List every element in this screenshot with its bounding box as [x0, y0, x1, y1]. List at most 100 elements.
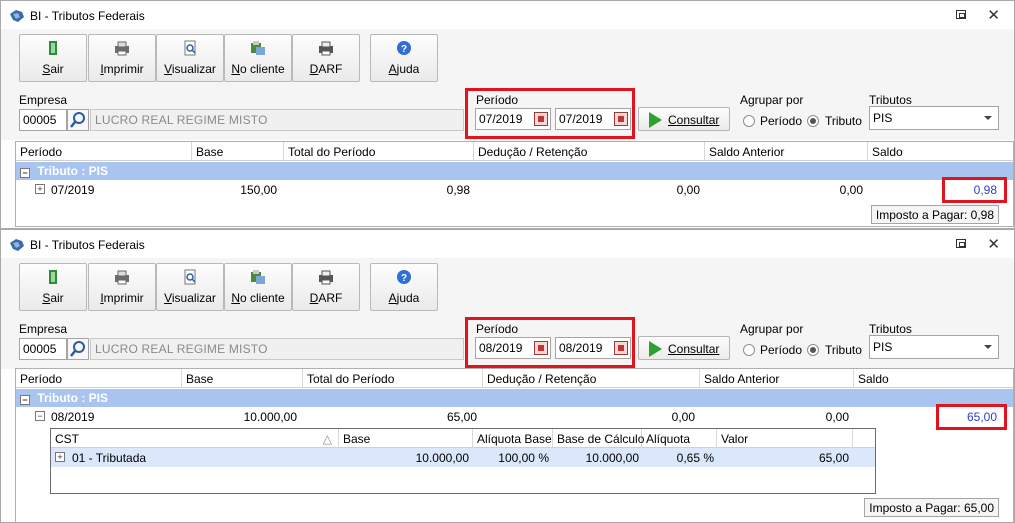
darf-button[interactable]: DARF — [292, 34, 360, 82]
col-saldo-anterior[interactable]: Saldo Anterior — [705, 142, 868, 161]
col-total-periodo[interactable]: Total do Período — [303, 369, 483, 388]
cell-detail-base: 10.000,00 — [415, 451, 469, 465]
title-bar: BI - Tributos Federais ✕ — [1, 230, 1014, 258]
agrupar-periodo-radio[interactable] — [743, 115, 755, 127]
printer-icon — [115, 41, 129, 56]
help-icon: ? — [397, 270, 411, 284]
toolbar: Sair Imprimir Visualizar No cliente DARF… — [1, 258, 1014, 314]
col-base[interactable]: Base — [192, 142, 284, 161]
table-row[interactable]: − 08/2019 10.000,00 65,00 0,00 0,00 65,0… — [16, 407, 1013, 426]
empresa-label: Empresa — [19, 322, 68, 336]
detail-row[interactable]: + 01 - Tributada 10.000,00 100,00 % 10.0… — [51, 448, 875, 467]
title-bar: BI - Tributos Federais ✕ — [1, 1, 1014, 29]
agrupar-periodo-radio[interactable] — [743, 344, 755, 356]
periodo-to-field[interactable]: 08/2019 — [555, 337, 631, 359]
cell-aliquota-base: 100,00 % — [498, 451, 549, 465]
cell-base: 150,00 — [240, 183, 277, 197]
results-grid: Período Base Total do Período Dedução / … — [15, 141, 1014, 227]
cell-base: 10.000,00 — [243, 410, 297, 424]
imprimir-button[interactable]: Imprimir — [88, 34, 156, 82]
agrupar-label: Agrupar por — [740, 322, 804, 336]
tributos-label: Tributos — [869, 322, 912, 336]
ajuda-button[interactable]: ? Ajuda — [370, 263, 438, 311]
ajuda-button[interactable]: ? Ajuda — [370, 34, 438, 82]
periodo-from-field[interactable]: 07/2019 — [475, 108, 551, 130]
chevron-down-icon — [984, 345, 992, 349]
cell-periodo: 07/2019 — [51, 183, 95, 197]
col-saldo[interactable]: Saldo — [854, 369, 1014, 388]
app-logo-icon — [10, 239, 24, 251]
detail-header: CST △ Base Alíquota Base Base de Cálculo … — [51, 429, 875, 448]
no-cliente-button[interactable]: No cliente — [224, 263, 292, 311]
col-valor[interactable]: Valor — [717, 429, 853, 448]
calendar-icon[interactable] — [614, 112, 628, 126]
group-row-tributo[interactable]: − Tributo : PIS — [16, 389, 1013, 407]
expand-icon[interactable]: + — [55, 452, 65, 462]
restore-icon[interactable] — [956, 239, 966, 248]
calendar-icon[interactable] — [534, 341, 548, 355]
col-aliquota-base[interactable]: Alíquota Base — [473, 429, 553, 448]
collapse-icon[interactable]: − — [20, 168, 30, 178]
no-cliente-button[interactable]: No cliente — [224, 34, 292, 82]
restore-icon[interactable] — [956, 10, 966, 19]
calendar-icon[interactable] — [614, 341, 628, 355]
col-aliquota[interactable]: Alíquota — [642, 429, 717, 448]
window-title: BI - Tributos Federais — [30, 9, 145, 23]
col-saldo[interactable]: Saldo — [868, 142, 1014, 161]
periodo-to-field[interactable]: 07/2019 — [555, 108, 631, 130]
collapse-icon[interactable]: − — [20, 395, 30, 405]
cst-detail-grid: CST △ Base Alíquota Base Base de Cálculo … — [50, 428, 876, 494]
filter-panel: Empresa 00005 LUCRO REAL REGIME MISTO Pe… — [1, 314, 1014, 369]
empresa-code-field[interactable]: 00005 — [19, 109, 67, 131]
visualizar-button[interactable]: Visualizar — [156, 263, 224, 311]
imprimir-button[interactable]: Imprimir — [88, 263, 156, 311]
consultar-button[interactable]: Consultar — [638, 336, 730, 360]
collapse-icon[interactable]: − — [35, 411, 45, 421]
darf-button[interactable]: DARF — [292, 263, 360, 311]
periodo-from-field[interactable]: 08/2019 — [475, 337, 551, 359]
col-total-periodo[interactable]: Total do Período — [284, 142, 474, 161]
group-row-tributo[interactable]: − Tributo : PIS — [16, 162, 1013, 180]
calendar-icon[interactable] — [534, 112, 548, 126]
tributos-select[interactable]: PIS — [869, 106, 999, 130]
cell-deducao: 0,00 — [671, 410, 695, 424]
empresa-search-button[interactable] — [67, 338, 89, 360]
agrupar-periodo-label: Período — [760, 343, 803, 357]
empresa-search-button[interactable] — [67, 109, 89, 131]
col-periodo[interactable]: Período — [16, 142, 192, 161]
imposto-a-pagar: Imposto a Pagar: 65,00 — [864, 498, 999, 517]
col-detail-base[interactable]: Base — [339, 429, 473, 448]
visualizar-button[interactable]: Visualizar — [156, 34, 224, 82]
col-base[interactable]: Base — [182, 369, 303, 388]
tributos-select[interactable]: PIS — [869, 335, 999, 359]
close-icon[interactable]: ✕ — [987, 235, 1000, 253]
col-deducao[interactable]: Dedução / Retenção — [483, 369, 700, 388]
col-saldo-anterior[interactable]: Saldo Anterior — [700, 369, 854, 388]
empresa-label: Empresa — [19, 93, 68, 107]
tributos-window-july: BI - Tributos Federais ✕ Sair Imprimir V… — [0, 0, 1015, 229]
sair-button[interactable]: Sair — [19, 34, 87, 82]
col-base-calculo[interactable]: Base de Cálculo — [553, 429, 644, 448]
svg-text:?: ? — [401, 44, 407, 55]
cell-periodo: 08/2019 — [51, 410, 95, 424]
cell-saldo[interactable]: 0,98 — [974, 183, 997, 197]
svg-text:?: ? — [401, 273, 407, 284]
col-periodo[interactable]: Período — [16, 369, 182, 388]
col-cst[interactable]: CST △ — [51, 429, 339, 448]
empresa-code-field[interactable]: 00005 — [19, 338, 67, 360]
periodo-label: Período — [476, 93, 519, 107]
col-deducao[interactable]: Dedução / Retenção — [474, 142, 705, 161]
cell-total: 65,00 — [446, 410, 477, 424]
consultar-button[interactable]: Consultar — [638, 107, 730, 131]
sair-button[interactable]: Sair — [19, 263, 87, 311]
close-icon[interactable]: ✕ — [987, 6, 1000, 24]
agrupar-tributo-radio[interactable] — [807, 115, 819, 127]
search-icon — [70, 112, 85, 128]
table-row[interactable]: + 07/2019 150,00 0,98 0,00 0,00 0,98 — [16, 180, 1013, 199]
cell-saldo[interactable]: 65,00 — [967, 410, 997, 424]
agrupar-tributo-radio[interactable] — [807, 344, 819, 356]
play-icon — [649, 112, 662, 128]
expand-icon[interactable]: + — [35, 184, 45, 194]
periodo-label: Período — [476, 322, 519, 336]
sort-asc-icon: △ — [322, 432, 332, 446]
